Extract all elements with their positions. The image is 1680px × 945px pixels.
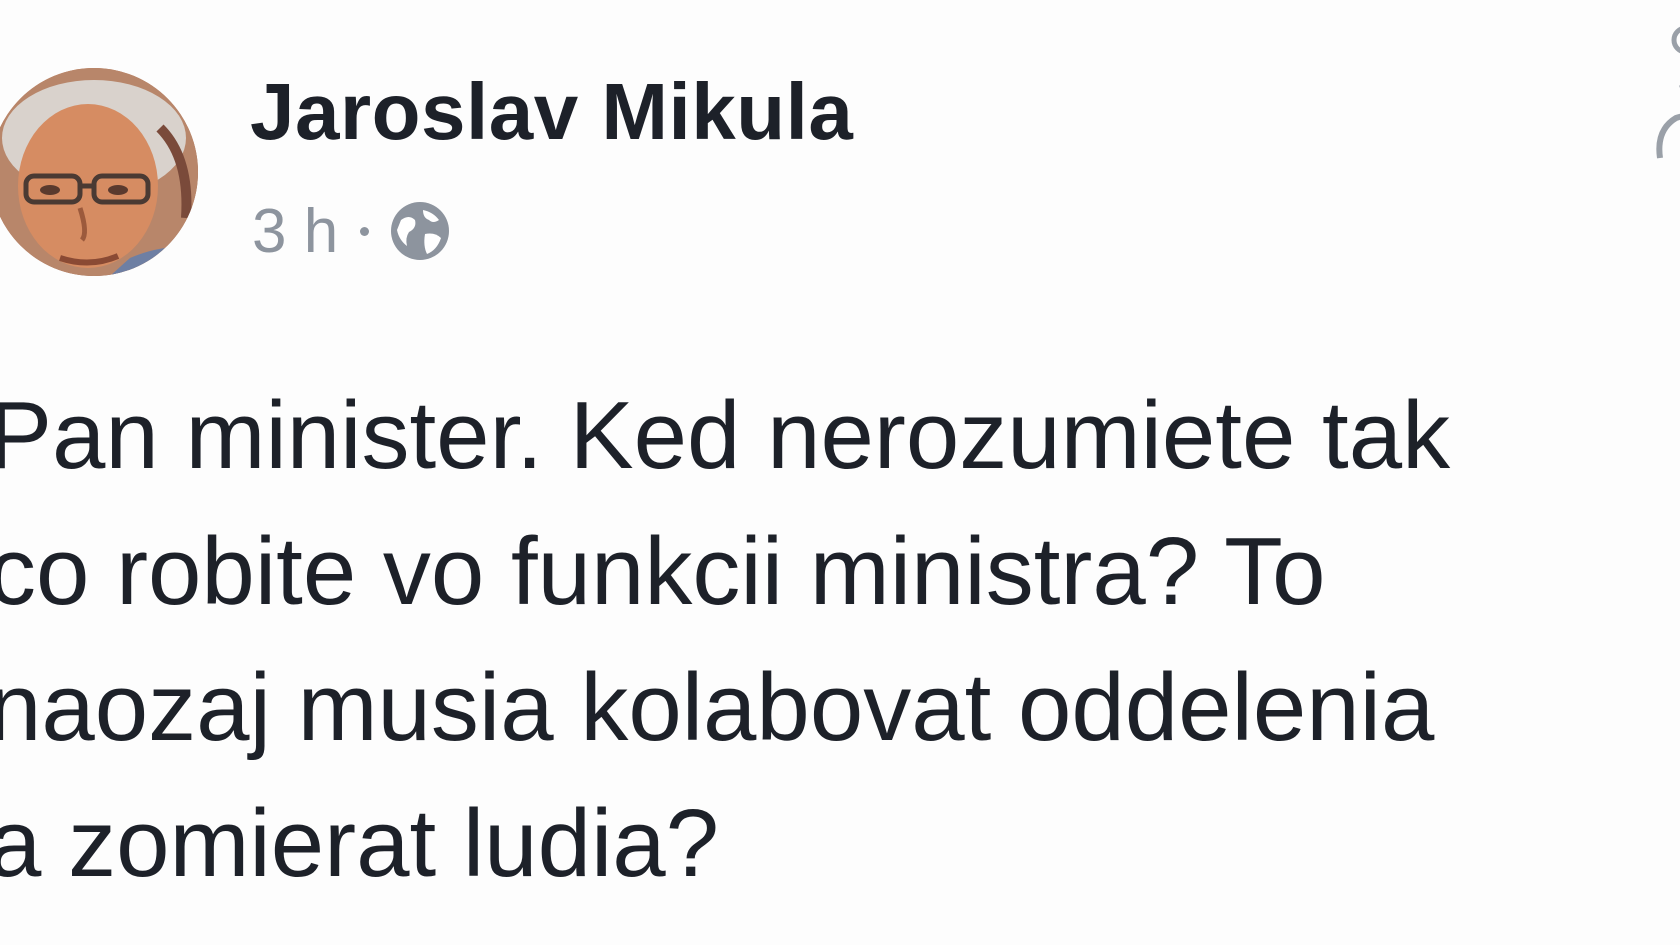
post-timestamp[interactable]: 3 h — [252, 196, 338, 267]
separator-dot — [360, 226, 370, 236]
facebook-post: Jaroslav Mikula 3 h Pan minister. Ked ne… — [0, 0, 1680, 945]
post-text-line: co robite vo funkcii ministra? To — [0, 518, 1326, 625]
post-text-line: naozaj musia kolabovat oddelenia — [0, 654, 1435, 761]
post-text-line: Pan minister. Ked nerozumiete tak — [0, 382, 1451, 489]
avatar-photo — [0, 68, 198, 276]
post-text: Pan minister. Ked nerozumiete tak co rob… — [0, 368, 1680, 912]
post-text-line: a zomierat ludia? — [0, 790, 720, 897]
post-options-icon[interactable] — [1646, 18, 1680, 168]
post-meta: 3 h — [252, 196, 453, 266]
author-name[interactable]: Jaroslav Mikula — [250, 64, 853, 160]
globe-icon[interactable] — [387, 198, 453, 264]
author-avatar[interactable] — [0, 68, 198, 276]
